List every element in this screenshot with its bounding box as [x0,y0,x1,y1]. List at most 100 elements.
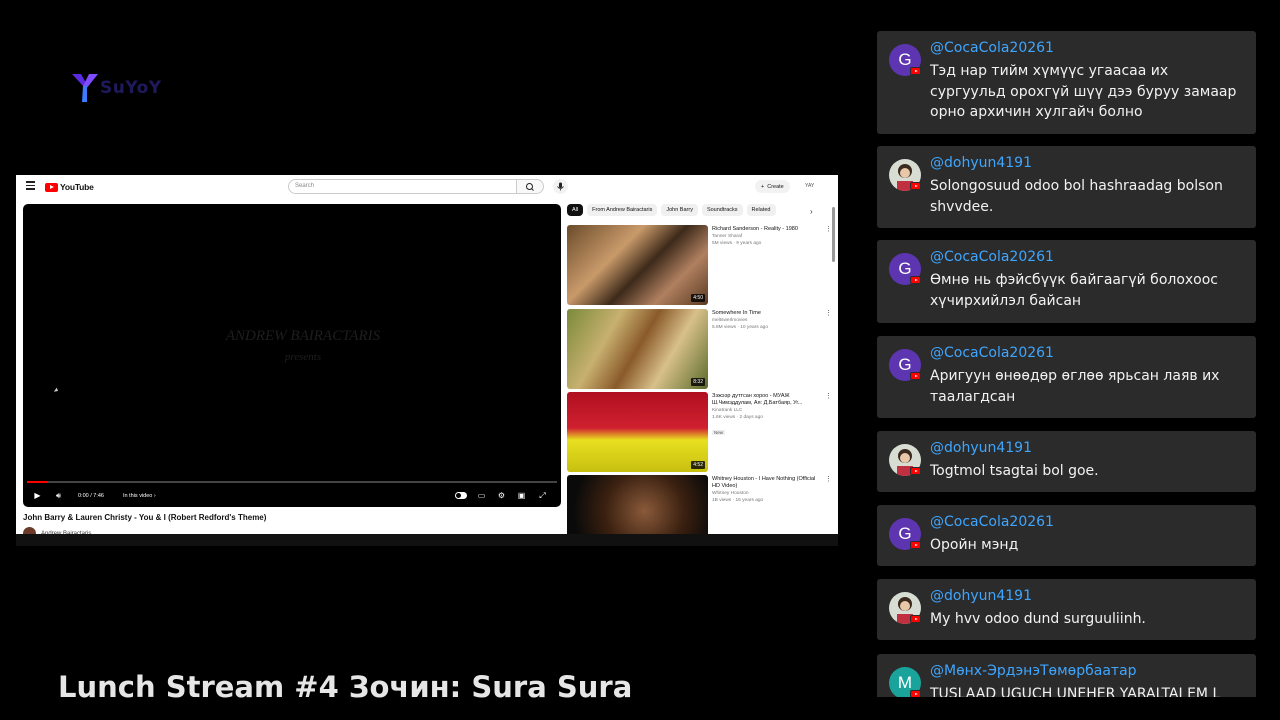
recommendation-title[interactable]: Зэжээр дуттсан хороо - МУАЖ Ш.Чимэддулам… [712,393,817,407]
chip-soundtracks[interactable]: Soundtracks [701,204,743,216]
recommendation-item[interactable]: 4:50 Richard Sanderson - Reality - 1980 … [567,225,837,305]
chat-message: @dohyun4191 My hvv odoo dund surguuliinh… [877,579,1256,640]
video-thumbnail[interactable]: 8:32 [567,309,708,389]
chat-text: My hvv odoo dund surguuliinh. [930,611,1146,627]
recommendation-meta: 1.6K views · 2 days ago [712,415,763,420]
youtube-badge-icon [910,690,921,697]
youtube-logo[interactable]: YouTube [45,182,94,192]
volume-icon: 🔊︎ [55,491,62,500]
youtube-wordmark: YouTube [60,182,94,192]
chat-message: G @CocaCola20261 Тэд нар тийм хүмүүс уга… [877,31,1256,134]
watermark-line2: presents [284,351,322,363]
youtube-badge-icon [910,541,921,549]
settings-button[interactable]: ⚙ [497,490,506,501]
browser-window: YouTube Search + Create YAY ANDREW BAIRA… [16,175,838,546]
chips-next-icon[interactable]: › [810,207,813,216]
chat-text: Оройн мэнд [930,537,1019,553]
play-icon: ▶ [34,491,41,500]
recommendation-channel[interactable]: Kinatrank LLC [712,407,817,414]
chevron-right-icon: › [152,492,156,499]
plus-icon: + [761,183,765,190]
autoplay-toggle[interactable] [455,490,467,501]
video-thumbnail[interactable]: 4:50 [567,225,708,305]
voice-search-button[interactable] [553,179,568,194]
watermark-line1: ANDREW BAIRACTARIS [225,328,381,344]
chat-username: @CocaCola20261 [930,40,1054,56]
duration-badge: 4:52 [691,461,705,469]
more-options-icon[interactable]: ⋮ [825,309,832,317]
chip-from-channel[interactable]: From Andrew Bairactaris [587,204,658,216]
logo-y-mark-icon [72,74,98,102]
miniplayer-button[interactable]: ▣ [517,490,526,501]
more-options-icon[interactable]: ⋮ [825,475,832,483]
more-options-icon[interactable]: ⋮ [825,225,832,233]
recommendation-info: Somewhere In Time meltswerlmovies 5.8M v… [712,310,817,331]
recommendation-channel[interactable]: Whitney Houston [712,490,817,497]
video-thumbnail[interactable] [567,475,708,534]
chapters-button[interactable]: In this video › [123,490,156,501]
chat-username: @dohyun4191 [930,440,1032,456]
miniplayer-icon: ▣ [517,491,526,500]
chat-text: Тэд нар тийм хүмүүс угаасаа их сургуульд… [930,63,1237,120]
chat-text: Аригуун өнөөдөр өглөө ярьсан лаяв их таа… [930,368,1220,405]
play-button[interactable]: ▶ [33,490,42,501]
video-frame-watermark: ANDREW BAIRACTARIS presents [203,328,403,363]
chat-text: Togtmol tsagtai bol goe. [930,463,1099,479]
volume-button[interactable]: 🔊︎ [54,490,63,501]
chip-related[interactable]: Related [746,204,776,216]
youtube-header: YouTube Search + Create YAY [16,175,838,199]
recommendation-channel[interactable]: Tanner Sharaf [712,233,817,240]
chat-message: G @CocaCola20261 Өмнө нь фэйсбүүк байгаа… [877,240,1256,323]
recommendation-title[interactable]: Whitney Houston - I Have Nothing (Offici… [712,476,817,490]
duration-badge: 4:50 [691,294,705,302]
mouse-cursor-icon [53,387,60,394]
gear-icon: ⚙ [497,491,506,500]
stream-title: Lunch Stream #4 Зочин: Sura Sura [58,670,633,704]
search-button[interactable] [517,179,544,194]
search-icon [526,183,534,191]
recommendation-title[interactable]: Richard Sanderson - Reality - 1980 [712,226,817,233]
video-player[interactable]: ANDREW BAIRACTARIS presents ▶ 🔊︎ 0:00 / … [23,204,561,507]
recommendation-channel[interactable]: meltswerlmovies [712,317,817,324]
video-title: John Barry & Lauren Christy - You & I (R… [23,513,267,522]
menu-icon[interactable] [26,181,35,192]
chat-message: @dohyun4191 Solongosuud odoo bol hashraa… [877,146,1256,228]
chat-message: G @CocaCola20261 Оройн мэнд [877,505,1256,566]
chip-all[interactable]: All [567,204,584,216]
captions-button[interactable]: ▭ [477,490,486,501]
create-button[interactable]: + Create [755,180,790,193]
youtube-badge-icon [910,182,921,190]
duration-badge: 8:32 [691,378,705,386]
chat-text: TUSLAAD UGUCH UNEHER YARALTAI EM L [930,686,1221,697]
chat-message: M @Мөнх-ЭрдэнэТөмөрбаатар TUSLAAD UGUCH … [877,654,1256,697]
recommendation-item[interactable]: Whitney Houston - I Have Nothing (Offici… [567,475,837,534]
fullscreen-icon: ⤢ [539,491,546,500]
youtube-badge-icon [910,615,921,623]
video-thumbnail[interactable]: 4:52 [567,392,708,472]
recommendation-info: Richard Sanderson - Reality - 1980 Tanne… [712,226,817,247]
live-chat: G @CocaCola20261 Тэд нар тийм хүмүүс уга… [877,0,1257,697]
more-options-icon[interactable]: ⋮ [825,392,832,400]
chat-username: @CocaCola20261 [930,249,1054,265]
account-avatar[interactable]: YAY [805,183,814,189]
time-text: 0:00 / 7:46 [78,492,104,499]
new-badge: New [712,430,726,435]
chat-username: @CocaCola20261 [930,514,1054,530]
captions-icon: ▭ [477,491,486,500]
search-input[interactable]: Search [288,179,517,194]
microphone-icon [557,182,564,191]
logo-text: SuYoY [100,78,162,98]
chat-message: @dohyun4191 Togtmol tsagtai bol goe. [877,431,1256,492]
create-label: Create [767,183,784,190]
recommendation-meta: 1B views · 16 years ago [712,498,764,503]
chip-john-barry[interactable]: John Barry [661,204,698,216]
recommendation-item[interactable]: 4:52 Зэжээр дуттсан хороо - МУАЖ Ш.Чимэд… [567,392,837,472]
recommendation-title[interactable]: Somewhere In Time [712,310,817,317]
fullscreen-button[interactable]: ⤢ [538,490,547,501]
in-this-video-label: In this video [123,492,153,499]
recommendation-meta: 5.8M views · 10 years ago [712,325,768,330]
youtube-badge-icon [910,372,921,380]
youtube-badge-icon [910,67,921,75]
recommendation-item[interactable]: 8:32 Somewhere In Time meltswerlmovies 5… [567,309,837,389]
progress-bar[interactable] [27,481,557,483]
